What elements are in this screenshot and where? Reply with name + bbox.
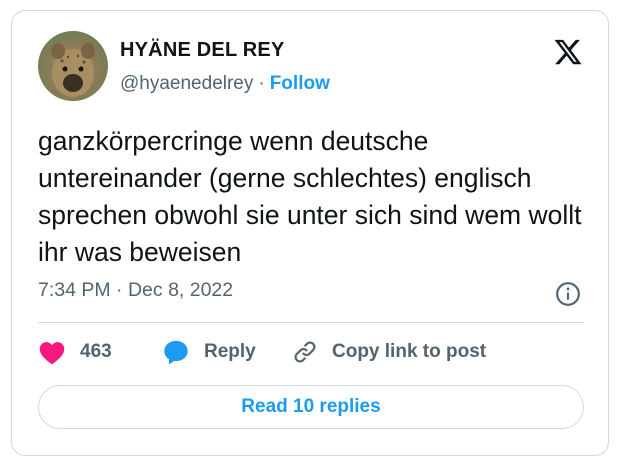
follow-link[interactable]: Follow <box>270 73 330 94</box>
link-icon <box>294 341 316 363</box>
x-logo-icon[interactable] <box>552 37 584 67</box>
copy-link-label: Copy link to post <box>332 341 487 362</box>
meta-separator: · <box>116 279 123 301</box>
tweet-time: 7:34 PM <box>38 279 111 301</box>
speech-bubble-icon <box>164 340 188 365</box>
hyena-avatar-image <box>51 43 95 97</box>
tweet-meta[interactable]: 7:34 PM · Dec 8, 2022 <box>38 279 233 302</box>
like-count: 463 <box>80 341 112 362</box>
reply-label: Reply <box>204 341 256 362</box>
tweet-card: HYÄNE DEL REY @hyaenedelrey · Follow ganzk… <box>11 10 609 456</box>
heart-icon <box>39 342 65 365</box>
author-name[interactable]: HYÄNE DEL REY <box>120 39 285 62</box>
tweet-text: ganzkörpercringe wenn deutsche untereina… <box>38 126 582 267</box>
like-button[interactable]: 463 <box>38 337 112 367</box>
divider <box>38 322 584 323</box>
read-replies-button[interactable]: Read 10 replies <box>38 385 584 429</box>
handle-separator: · <box>258 73 265 94</box>
tweet-date: Dec 8, 2022 <box>127 279 234 301</box>
info-icon[interactable] <box>555 281 581 307</box>
author-handle[interactable]: @hyaenedelrey <box>120 73 253 94</box>
copy-link-button[interactable]: Copy link to post <box>292 337 486 367</box>
avatar[interactable] <box>38 31 108 101</box>
reply-button[interactable]: Reply <box>162 337 256 367</box>
author-handle-row: @hyaenedelrey · Follow <box>120 73 330 95</box>
